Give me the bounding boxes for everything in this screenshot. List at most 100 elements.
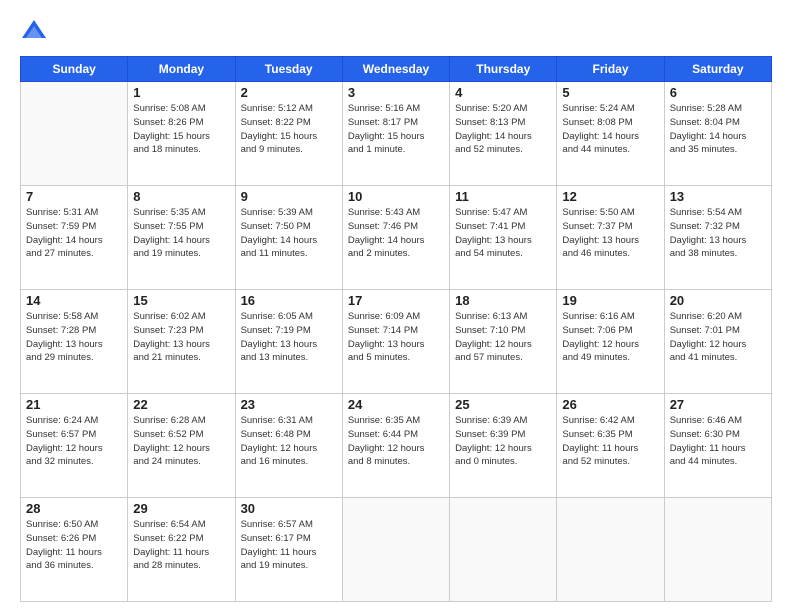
header — [20, 18, 772, 46]
day-info: Sunrise: 6:20 AM Sunset: 7:01 PM Dayligh… — [670, 310, 766, 365]
day-number: 10 — [348, 189, 444, 204]
calendar-cell: 1 Sunrise: 5:08 AM Sunset: 8:26 PM Daylig… — [128, 82, 235, 186]
day-number: 4 — [455, 85, 551, 100]
calendar-cell: 23 Sunrise: 6:31 AM Sunset: 6:48 PM Dayli… — [235, 394, 342, 498]
calendar-cell: 30 Sunrise: 6:57 AM Sunset: 6:17 PM Dayli… — [235, 498, 342, 602]
calendar-cell: 2 Sunrise: 5:12 AM Sunset: 8:22 PM Daylig… — [235, 82, 342, 186]
calendar-cell: 3 Sunrise: 5:16 AM Sunset: 8:17 PM Daylig… — [342, 82, 449, 186]
day-number: 29 — [133, 501, 229, 516]
day-info: Sunrise: 5:47 AM Sunset: 7:41 PM Dayligh… — [455, 206, 551, 261]
calendar-cell: 16Sunrise: 6:05 AM Sunset: 7:19 PM Dayli… — [235, 290, 342, 394]
logo-icon — [20, 18, 48, 46]
calendar-week-4: 21 Sunrise: 6:24 AM Sunset: 6:57 PM Dayli… — [21, 394, 772, 498]
calendar-cell: 8 Sunrise: 5:35 AM Sunset: 7:55 PM Daylig… — [128, 186, 235, 290]
day-info: Sunrise: 6:35 AM Sunset: 6:44 PM Dayligh… — [348, 414, 444, 469]
day-number: 25 — [455, 397, 551, 412]
day-info: Sunrise: 5:35 AM Sunset: 7:55 PM Dayligh… — [133, 206, 229, 261]
day-info: Sunrise: 6:13 AM Sunset: 7:10 PM Dayligh… — [455, 310, 551, 365]
day-number: 30 — [241, 501, 337, 516]
calendar-cell: 9Sunrise: 5:39 AM Sunset: 7:50 PM Daylig… — [235, 186, 342, 290]
calendar-cell: 21 Sunrise: 6:24 AM Sunset: 6:57 PM Dayli… — [21, 394, 128, 498]
calendar-cell: 20 Sunrise: 6:20 AM Sunset: 7:01 PM Dayli… — [664, 290, 771, 394]
day-number: 14 — [26, 293, 122, 308]
day-info: Sunrise: 5:58 AM Sunset: 7:28 PM Dayligh… — [26, 310, 122, 365]
calendar-cell: 27 Sunrise: 6:46 AM Sunset: 6:30 PM Dayli… — [664, 394, 771, 498]
calendar-cell — [21, 82, 128, 186]
day-number: 5 — [562, 85, 658, 100]
day-number: 17 — [348, 293, 444, 308]
calendar-week-2: 7Sunrise: 5:31 AM Sunset: 7:59 PM Daylig… — [21, 186, 772, 290]
day-number: 21 — [26, 397, 122, 412]
day-number: 15 — [133, 293, 229, 308]
weekday-header-wednesday: Wednesday — [342, 57, 449, 82]
day-info: Sunrise: 6:28 AM Sunset: 6:52 PM Dayligh… — [133, 414, 229, 469]
day-info: Sunrise: 6:54 AM Sunset: 6:22 PM Dayligh… — [133, 518, 229, 573]
day-number: 26 — [562, 397, 658, 412]
calendar-cell: 28Sunrise: 6:50 AM Sunset: 6:26 PM Dayli… — [21, 498, 128, 602]
calendar-cell: 14 Sunrise: 5:58 AM Sunset: 7:28 PM Dayli… — [21, 290, 128, 394]
calendar-cell: 5 Sunrise: 5:24 AM Sunset: 8:08 PM Daylig… — [557, 82, 664, 186]
day-number: 27 — [670, 397, 766, 412]
day-info: Sunrise: 6:50 AM Sunset: 6:26 PM Dayligh… — [26, 518, 122, 573]
weekday-header-tuesday: Tuesday — [235, 57, 342, 82]
day-number: 8 — [133, 189, 229, 204]
calendar-cell: 4 Sunrise: 5:20 AM Sunset: 8:13 PM Daylig… — [450, 82, 557, 186]
calendar-cell: 26 Sunrise: 6:42 AM Sunset: 6:35 PM Dayli… — [557, 394, 664, 498]
day-info: Sunrise: 5:20 AM Sunset: 8:13 PM Dayligh… — [455, 102, 551, 157]
calendar-cell: 25 Sunrise: 6:39 AM Sunset: 6:39 PM Dayli… — [450, 394, 557, 498]
day-info: Sunrise: 5:08 AM Sunset: 8:26 PM Dayligh… — [133, 102, 229, 157]
calendar-cell: 17 Sunrise: 6:09 AM Sunset: 7:14 PM Dayli… — [342, 290, 449, 394]
calendar-cell: 6 Sunrise: 5:28 AM Sunset: 8:04 PM Daylig… — [664, 82, 771, 186]
day-number: 18 — [455, 293, 551, 308]
day-info: Sunrise: 5:12 AM Sunset: 8:22 PM Dayligh… — [241, 102, 337, 157]
day-info: Sunrise: 6:39 AM Sunset: 6:39 PM Dayligh… — [455, 414, 551, 469]
day-number: 20 — [670, 293, 766, 308]
calendar-page: SundayMondayTuesdayWednesdayThursdayFrid… — [0, 0, 792, 612]
calendar-cell: 18 Sunrise: 6:13 AM Sunset: 7:10 PM Dayli… — [450, 290, 557, 394]
calendar-cell — [342, 498, 449, 602]
day-info: Sunrise: 6:57 AM Sunset: 6:17 PM Dayligh… — [241, 518, 337, 573]
day-info: Sunrise: 5:31 AM Sunset: 7:59 PM Dayligh… — [26, 206, 122, 261]
calendar-cell: 22 Sunrise: 6:28 AM Sunset: 6:52 PM Dayli… — [128, 394, 235, 498]
calendar-cell: 29 Sunrise: 6:54 AM Sunset: 6:22 PM Dayli… — [128, 498, 235, 602]
day-number: 24 — [348, 397, 444, 412]
weekday-header-sunday: Sunday — [21, 57, 128, 82]
day-info: Sunrise: 6:02 AM Sunset: 7:23 PM Dayligh… — [133, 310, 229, 365]
day-info: Sunrise: 6:24 AM Sunset: 6:57 PM Dayligh… — [26, 414, 122, 469]
day-info: Sunrise: 5:16 AM Sunset: 8:17 PM Dayligh… — [348, 102, 444, 157]
day-number: 2 — [241, 85, 337, 100]
calendar-cell: 11 Sunrise: 5:47 AM Sunset: 7:41 PM Dayli… — [450, 186, 557, 290]
day-number: 12 — [562, 189, 658, 204]
day-info: Sunrise: 5:28 AM Sunset: 8:04 PM Dayligh… — [670, 102, 766, 157]
day-info: Sunrise: 6:31 AM Sunset: 6:48 PM Dayligh… — [241, 414, 337, 469]
day-number: 13 — [670, 189, 766, 204]
calendar-week-1: 1 Sunrise: 5:08 AM Sunset: 8:26 PM Daylig… — [21, 82, 772, 186]
calendar-cell: 13 Sunrise: 5:54 AM Sunset: 7:32 PM Dayli… — [664, 186, 771, 290]
day-info: Sunrise: 5:43 AM Sunset: 7:46 PM Dayligh… — [348, 206, 444, 261]
day-info: Sunrise: 6:09 AM Sunset: 7:14 PM Dayligh… — [348, 310, 444, 365]
calendar-week-3: 14 Sunrise: 5:58 AM Sunset: 7:28 PM Dayli… — [21, 290, 772, 394]
day-number: 16 — [241, 293, 337, 308]
weekday-header-thursday: Thursday — [450, 57, 557, 82]
logo — [20, 18, 52, 46]
day-info: Sunrise: 6:46 AM Sunset: 6:30 PM Dayligh… — [670, 414, 766, 469]
day-number: 23 — [241, 397, 337, 412]
day-info: Sunrise: 6:42 AM Sunset: 6:35 PM Dayligh… — [562, 414, 658, 469]
weekday-header-row: SundayMondayTuesdayWednesdayThursdayFrid… — [21, 57, 772, 82]
calendar-cell: 12Sunrise: 5:50 AM Sunset: 7:37 PM Dayli… — [557, 186, 664, 290]
weekday-header-friday: Friday — [557, 57, 664, 82]
day-info: Sunrise: 5:39 AM Sunset: 7:50 PM Dayligh… — [241, 206, 337, 261]
day-number: 11 — [455, 189, 551, 204]
calendar-cell: 24 Sunrise: 6:35 AM Sunset: 6:44 PM Dayli… — [342, 394, 449, 498]
day-number: 1 — [133, 85, 229, 100]
day-info: Sunrise: 5:24 AM Sunset: 8:08 PM Dayligh… — [562, 102, 658, 157]
calendar-table: SundayMondayTuesdayWednesdayThursdayFrid… — [20, 56, 772, 602]
calendar-cell: 10 Sunrise: 5:43 AM Sunset: 7:46 PM Dayli… — [342, 186, 449, 290]
calendar-cell: 7Sunrise: 5:31 AM Sunset: 7:59 PM Daylig… — [21, 186, 128, 290]
day-number: 22 — [133, 397, 229, 412]
day-number: 6 — [670, 85, 766, 100]
calendar-cell — [450, 498, 557, 602]
day-info: Sunrise: 5:54 AM Sunset: 7:32 PM Dayligh… — [670, 206, 766, 261]
day-number: 19 — [562, 293, 658, 308]
day-number: 3 — [348, 85, 444, 100]
